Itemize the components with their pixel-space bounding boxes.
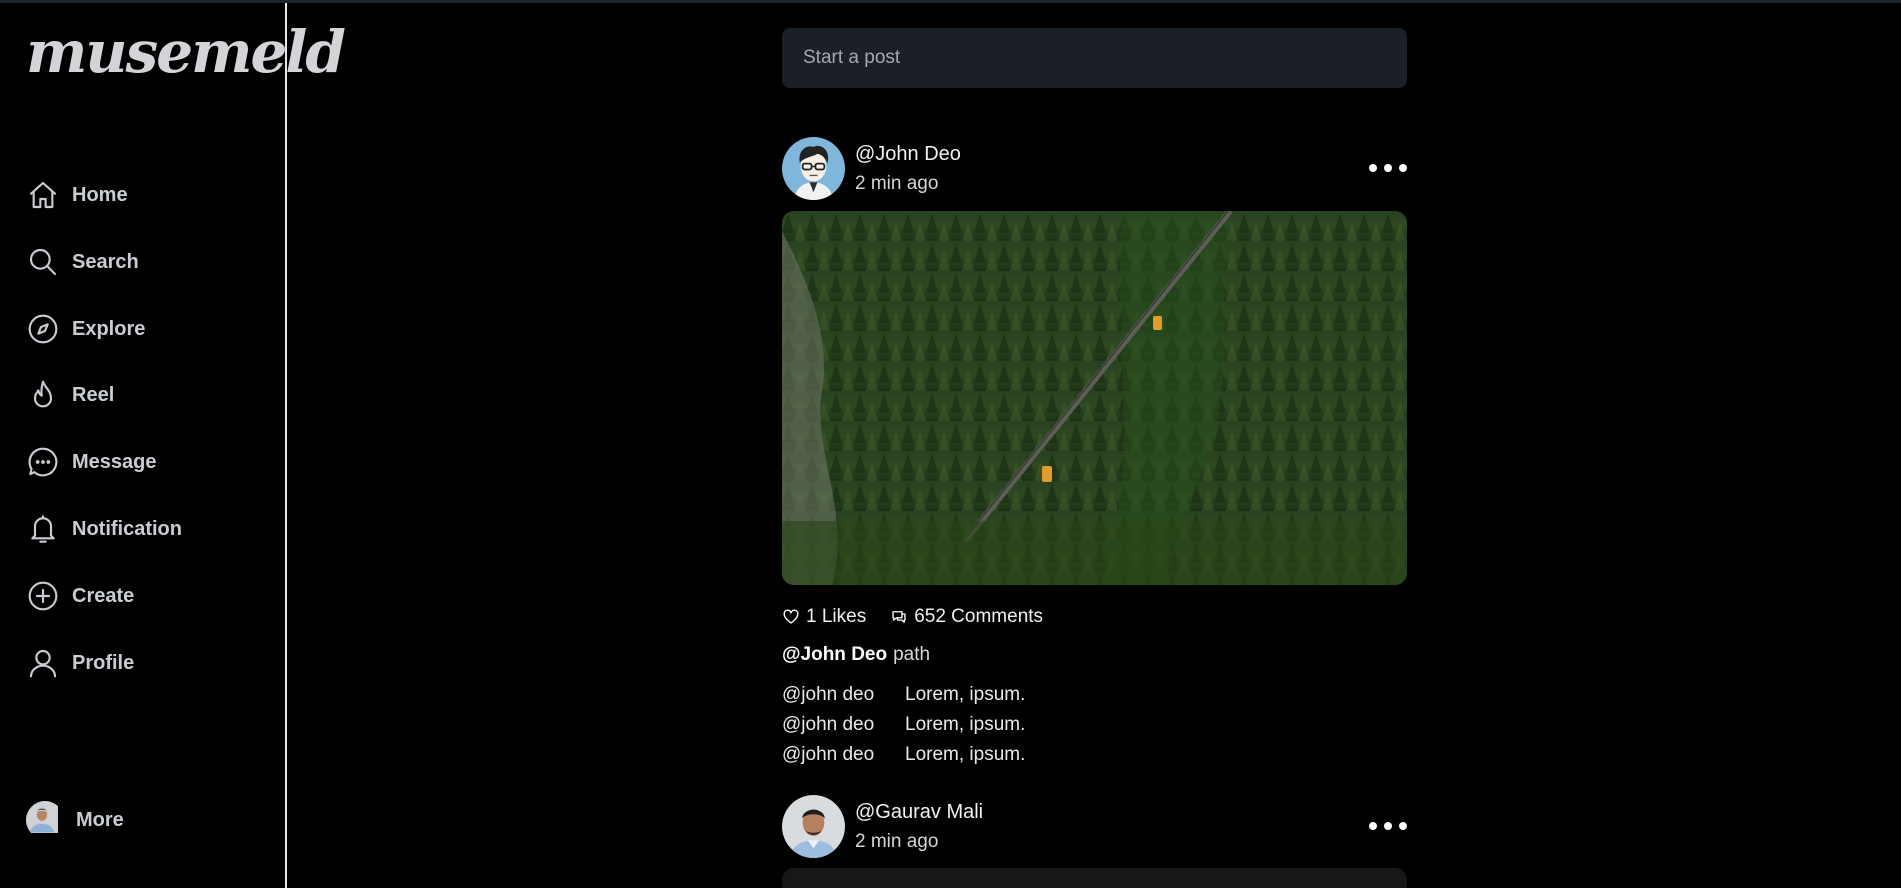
post-options-button[interactable] (1369, 817, 1407, 835)
sidebar-item-message[interactable]: Message (26, 442, 266, 482)
sidebar-item-notification[interactable]: Notification (26, 509, 266, 549)
comment-username[interactable]: @john deo (782, 744, 905, 766)
bell-icon (26, 512, 60, 546)
post-header: @John Deo 2 min ago (782, 137, 1407, 201)
sidebar-item-label: Profile (72, 651, 135, 674)
post-caption: @John Deo path (782, 644, 930, 666)
comment-username[interactable]: @john deo (782, 684, 905, 706)
compass-icon (26, 312, 60, 346)
comment-item: @john deo Lorem, ipsum. (782, 684, 1025, 706)
sidebar: musemeld Home Search Explore Reel Messag… (0, 3, 346, 888)
comment-text: Lorem, ipsum. (905, 744, 1026, 765)
home-icon (26, 178, 60, 212)
post-timestamp: 2 min ago (855, 831, 939, 852)
sidebar-item-home[interactable]: Home (26, 175, 266, 215)
sidebar-item-reel[interactable]: Reel (26, 375, 266, 415)
sidebar-item-label: Home (72, 183, 128, 206)
dot-icon (1369, 822, 1377, 830)
avatar[interactable] (782, 795, 845, 858)
post-options-button[interactable] (1369, 159, 1407, 177)
post-stats: 1 Likes 652 Comments (782, 604, 1043, 630)
comment-item: @john deo Lorem, ipsum. (782, 714, 1025, 736)
search-icon (26, 245, 60, 279)
sidebar-item-search[interactable]: Search (26, 242, 266, 282)
comment-icon (892, 611, 906, 623)
avatar (26, 801, 64, 839)
sidebar-item-create[interactable]: Create (26, 576, 266, 616)
flame-icon (26, 378, 60, 412)
user-icon (26, 646, 60, 680)
sidebar-item-label: Message (72, 450, 157, 473)
start-post-input[interactable]: Start a post (782, 28, 1407, 88)
likes-count: 1 Likes (806, 606, 867, 627)
dot-icon (1399, 164, 1407, 172)
sidebar-item-more[interactable]: More (26, 800, 266, 840)
dot-icon (1399, 822, 1407, 830)
comment-username[interactable]: @john deo (782, 714, 905, 736)
post-username[interactable]: @John Deo (855, 143, 961, 166)
post-image[interactable] (782, 868, 1407, 888)
sidebar-item-label: Explore (72, 317, 146, 340)
comment-text: Lorem, ipsum. (905, 714, 1026, 735)
post-header: @Gaurav Mali 2 min ago (782, 795, 1407, 859)
plus-circle-icon (26, 579, 60, 613)
dot-icon (1384, 164, 1392, 172)
dot-icon (1384, 822, 1392, 830)
comment-item: @john deo Lorem, ipsum. (782, 744, 1025, 766)
sidebar-item-profile[interactable]: Profile (26, 643, 266, 683)
comments-count: 652 Comments (914, 606, 1044, 627)
funicular-forest-photo (782, 211, 1407, 585)
dot-icon (1369, 164, 1377, 172)
comment-text: Lorem, ipsum. (905, 684, 1026, 705)
sidebar-item-label: Notification (72, 517, 182, 540)
heart-icon (783, 609, 799, 624)
sidebar-item-label: Create (72, 584, 135, 607)
post-username[interactable]: @Gaurav Mali (855, 801, 983, 824)
avatar[interactable] (782, 137, 845, 200)
comments-button[interactable]: 652 Comments (890, 606, 1043, 628)
post-timestamp: 2 min ago (855, 173, 939, 194)
sidebar-item-label: Reel (72, 383, 115, 406)
like-button[interactable]: 1 Likes (782, 606, 866, 628)
start-post-placeholder: Start a post (803, 47, 901, 68)
post-image[interactable] (782, 211, 1407, 585)
sidebar-item-label: Search (72, 250, 139, 273)
sidebar-item-explore[interactable]: Explore (26, 309, 266, 349)
message-icon (26, 445, 60, 479)
caption-username[interactable]: @John Deo (782, 644, 887, 665)
caption-text: path (893, 644, 931, 665)
sidebar-item-label: More (76, 808, 124, 831)
app-logo[interactable]: musemeld (26, 17, 346, 87)
